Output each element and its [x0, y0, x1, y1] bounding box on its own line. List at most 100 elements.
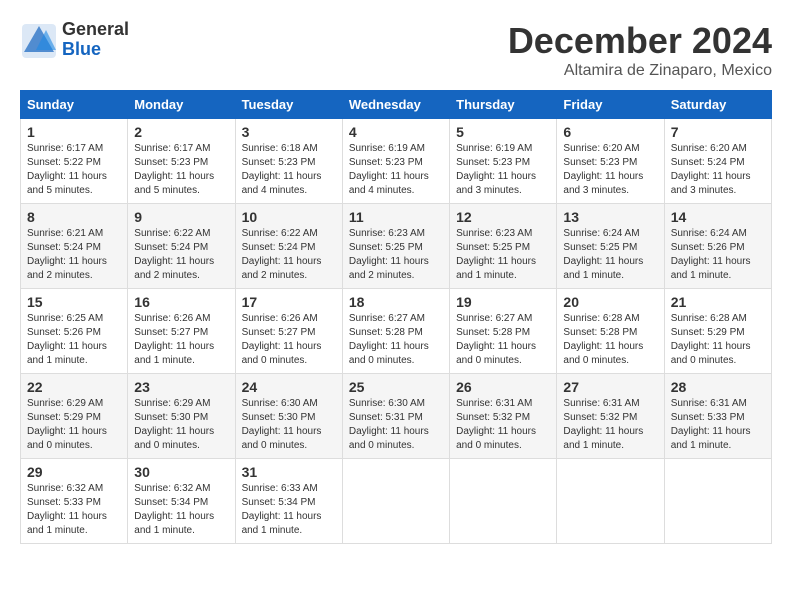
- calendar-header-row: SundayMondayTuesdayWednesdayThursdayFrid…: [21, 91, 772, 119]
- day-number: 21: [671, 294, 765, 310]
- calendar-cell: 7 Sunrise: 6:20 AMSunset: 5:24 PMDaylight…: [664, 119, 771, 204]
- calendar-cell: 30 Sunrise: 6:32 AMSunset: 5:34 PMDayligh…: [128, 459, 235, 544]
- calendar-cell: [557, 459, 664, 544]
- day-info: Sunrise: 6:18 AMSunset: 5:23 PMDaylight:…: [242, 142, 336, 198]
- day-number: 14: [671, 209, 765, 225]
- column-header-saturday: Saturday: [664, 91, 771, 119]
- day-number: 10: [242, 209, 336, 225]
- day-info: Sunrise: 6:31 AMSunset: 5:32 PMDaylight:…: [563, 397, 657, 453]
- calendar-cell: 22 Sunrise: 6:29 AMSunset: 5:29 PMDayligh…: [21, 374, 128, 459]
- calendar-cell: 5 Sunrise: 6:19 AMSunset: 5:23 PMDaylight…: [450, 119, 557, 204]
- title-block: December 2024 Altamira de Zinaparo, Mexi…: [508, 20, 772, 80]
- calendar-cell: 3Sunrise: 6:18 AMSunset: 5:23 PMDaylight…: [235, 119, 342, 204]
- day-info: Sunrise: 6:17 AMSunset: 5:23 PMDaylight:…: [134, 142, 228, 198]
- calendar-week-row: 15 Sunrise: 6:25 AMSunset: 5:26 PMDayligh…: [21, 289, 772, 374]
- day-info: Sunrise: 6:19 AMSunset: 5:23 PMDaylight:…: [456, 142, 550, 198]
- column-header-monday: Monday: [128, 91, 235, 119]
- day-number: 2: [134, 124, 228, 140]
- day-number: 20: [563, 294, 657, 310]
- calendar-cell: 16Sunrise: 6:26 AMSunset: 5:27 PMDayligh…: [128, 289, 235, 374]
- day-info: Sunrise: 6:30 AMSunset: 5:30 PMDaylight:…: [242, 397, 336, 453]
- day-info: Sunrise: 6:23 AMSunset: 5:25 PMDaylight:…: [456, 227, 550, 283]
- day-number: 26: [456, 379, 550, 395]
- day-number: 6: [563, 124, 657, 140]
- day-info: Sunrise: 6:19 AMSunset: 5:23 PMDaylight:…: [349, 142, 443, 198]
- day-info: Sunrise: 6:24 AMSunset: 5:26 PMDaylight:…: [671, 227, 765, 283]
- day-number: 24: [242, 379, 336, 395]
- calendar-cell: 4 Sunrise: 6:19 AMSunset: 5:23 PMDaylight…: [342, 119, 449, 204]
- calendar-cell: 27 Sunrise: 6:31 AMSunset: 5:32 PMDayligh…: [557, 374, 664, 459]
- calendar-cell: 24 Sunrise: 6:30 AMSunset: 5:30 PMDayligh…: [235, 374, 342, 459]
- day-number: 16: [134, 294, 228, 310]
- day-info: Sunrise: 6:26 AMSunset: 5:27 PMDaylight:…: [242, 312, 336, 368]
- day-number: 17: [242, 294, 336, 310]
- calendar-cell: 8 Sunrise: 6:21 AMSunset: 5:24 PMDaylight…: [21, 204, 128, 289]
- day-info: Sunrise: 6:29 AMSunset: 5:29 PMDaylight:…: [27, 397, 121, 453]
- calendar-week-row: 22 Sunrise: 6:29 AMSunset: 5:29 PMDayligh…: [21, 374, 772, 459]
- page-header: General Blue December 2024 Altamira de Z…: [20, 20, 772, 80]
- day-info: Sunrise: 6:21 AMSunset: 5:24 PMDaylight:…: [27, 227, 121, 283]
- calendar-cell: 14 Sunrise: 6:24 AMSunset: 5:26 PMDayligh…: [664, 204, 771, 289]
- day-info: Sunrise: 6:32 AMSunset: 5:34 PMDaylight:…: [134, 482, 228, 538]
- day-info: Sunrise: 6:22 AMSunset: 5:24 PMDaylight:…: [134, 227, 228, 283]
- calendar-cell: 28 Sunrise: 6:31 AMSunset: 5:33 PMDayligh…: [664, 374, 771, 459]
- day-info: Sunrise: 6:20 AMSunset: 5:23 PMDaylight:…: [563, 142, 657, 198]
- day-info: Sunrise: 6:25 AMSunset: 5:26 PMDaylight:…: [27, 312, 121, 368]
- calendar-cell: 29 Sunrise: 6:32 AMSunset: 5:33 PMDayligh…: [21, 459, 128, 544]
- logo: General Blue: [20, 20, 129, 60]
- day-info: Sunrise: 6:27 AMSunset: 5:28 PMDaylight:…: [456, 312, 550, 368]
- day-info: Sunrise: 6:31 AMSunset: 5:33 PMDaylight:…: [671, 397, 765, 453]
- column-header-thursday: Thursday: [450, 91, 557, 119]
- day-number: 5: [456, 124, 550, 140]
- day-number: 18: [349, 294, 443, 310]
- calendar-cell: 20 Sunrise: 6:28 AMSunset: 5:28 PMDayligh…: [557, 289, 664, 374]
- day-number: 4: [349, 124, 443, 140]
- day-number: 8: [27, 209, 121, 225]
- day-info: Sunrise: 6:28 AMSunset: 5:28 PMDaylight:…: [563, 312, 657, 368]
- calendar-cell: 21 Sunrise: 6:28 AMSunset: 5:29 PMDayligh…: [664, 289, 771, 374]
- day-number: 31: [242, 464, 336, 480]
- calendar-cell: 9 Sunrise: 6:22 AMSunset: 5:24 PMDaylight…: [128, 204, 235, 289]
- day-number: 23: [134, 379, 228, 395]
- day-number: 12: [456, 209, 550, 225]
- day-number: 7: [671, 124, 765, 140]
- day-info: Sunrise: 6:17 AMSunset: 5:22 PMDaylight:…: [27, 142, 121, 198]
- calendar-cell: 13Sunrise: 6:24 AMSunset: 5:25 PMDayligh…: [557, 204, 664, 289]
- day-info: Sunrise: 6:24 AMSunset: 5:25 PMDaylight:…: [563, 227, 657, 283]
- column-header-friday: Friday: [557, 91, 664, 119]
- calendar-cell: [664, 459, 771, 544]
- logo-icon: [20, 22, 58, 60]
- logo-blue: Blue: [62, 40, 129, 60]
- day-number: 25: [349, 379, 443, 395]
- calendar-cell: 12 Sunrise: 6:23 AMSunset: 5:25 PMDayligh…: [450, 204, 557, 289]
- day-info: Sunrise: 6:33 AMSunset: 5:34 PMDaylight:…: [242, 482, 336, 538]
- day-number: 11: [349, 209, 443, 225]
- day-info: Sunrise: 6:20 AMSunset: 5:24 PMDaylight:…: [671, 142, 765, 198]
- day-number: 27: [563, 379, 657, 395]
- day-number: 19: [456, 294, 550, 310]
- calendar-cell: 6 Sunrise: 6:20 AMSunset: 5:23 PMDaylight…: [557, 119, 664, 204]
- calendar-cell: 18Sunrise: 6:27 AMSunset: 5:28 PMDayligh…: [342, 289, 449, 374]
- day-info: Sunrise: 6:31 AMSunset: 5:32 PMDaylight:…: [456, 397, 550, 453]
- day-number: 28: [671, 379, 765, 395]
- calendar-week-row: 1Sunrise: 6:17 AMSunset: 5:22 PMDaylight…: [21, 119, 772, 204]
- day-number: 9: [134, 209, 228, 225]
- calendar-cell: 25Sunrise: 6:30 AMSunset: 5:31 PMDayligh…: [342, 374, 449, 459]
- column-header-tuesday: Tuesday: [235, 91, 342, 119]
- day-info: Sunrise: 6:32 AMSunset: 5:33 PMDaylight:…: [27, 482, 121, 538]
- calendar-cell: 10Sunrise: 6:22 AMSunset: 5:24 PMDayligh…: [235, 204, 342, 289]
- month-title: December 2024: [508, 20, 772, 62]
- day-info: Sunrise: 6:29 AMSunset: 5:30 PMDaylight:…: [134, 397, 228, 453]
- logo-general: General: [62, 20, 129, 40]
- day-number: 22: [27, 379, 121, 395]
- calendar-cell: [450, 459, 557, 544]
- calendar-cell: 17 Sunrise: 6:26 AMSunset: 5:27 PMDayligh…: [235, 289, 342, 374]
- day-info: Sunrise: 6:28 AMSunset: 5:29 PMDaylight:…: [671, 312, 765, 368]
- calendar-week-row: 29 Sunrise: 6:32 AMSunset: 5:33 PMDayligh…: [21, 459, 772, 544]
- calendar-cell: 1Sunrise: 6:17 AMSunset: 5:22 PMDaylight…: [21, 119, 128, 204]
- logo-text: General Blue: [62, 20, 129, 60]
- day-number: 30: [134, 464, 228, 480]
- day-number: 29: [27, 464, 121, 480]
- calendar-cell: 19 Sunrise: 6:27 AMSunset: 5:28 PMDayligh…: [450, 289, 557, 374]
- day-number: 15: [27, 294, 121, 310]
